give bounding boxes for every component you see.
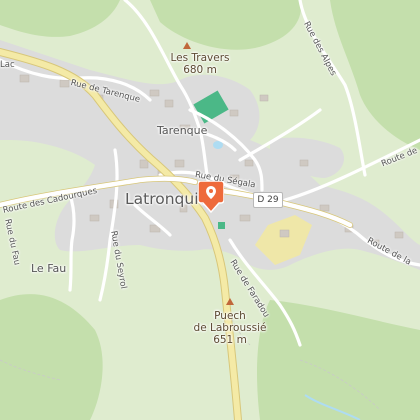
place-tarenque: Tarenque xyxy=(157,124,208,137)
peak-icon xyxy=(183,42,191,49)
place-le-fau: Le Fau xyxy=(31,262,67,275)
map-view[interactable]: Les Travers 680 m Tarenque Latronquiè Le… xyxy=(0,0,420,420)
place-les-travers: Les Travers 680 m xyxy=(170,52,230,76)
peak-icon xyxy=(226,298,234,305)
road-label-lac: Lac xyxy=(0,60,15,70)
road-shield-d29: D 29 xyxy=(253,192,283,208)
location-pin-icon[interactable] xyxy=(198,181,224,213)
place-latronquiere: Latronquiè xyxy=(125,190,209,208)
